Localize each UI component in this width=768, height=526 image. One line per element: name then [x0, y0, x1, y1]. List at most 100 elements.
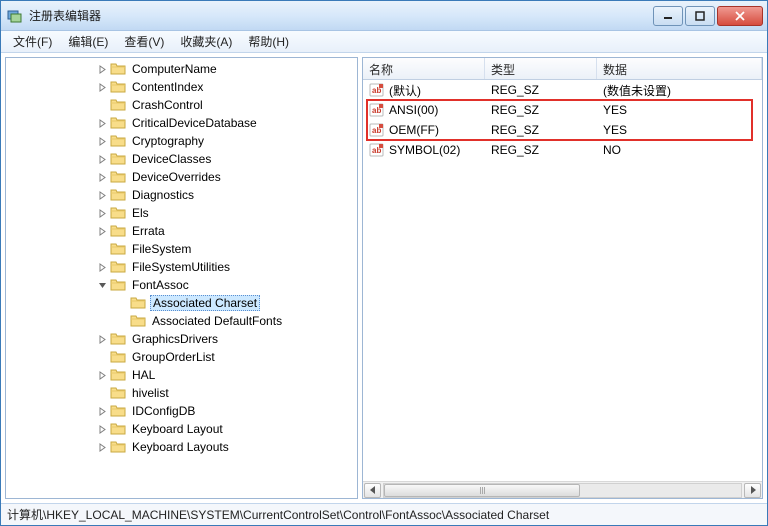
- tree-item-label: GraphicsDrivers: [130, 332, 220, 346]
- tree-item-label: Keyboard Layout: [130, 422, 225, 436]
- titlebar[interactable]: 注册表编辑器: [1, 1, 767, 31]
- folder-icon: [110, 260, 126, 274]
- tree-item-label: Els: [130, 206, 151, 220]
- folder-icon: [110, 116, 126, 130]
- tree-item-label: DeviceOverrides: [130, 170, 223, 184]
- col-header-data[interactable]: 数据: [597, 58, 762, 79]
- chevron-right-icon[interactable]: [96, 119, 108, 128]
- menu-favorites[interactable]: 收藏夹(A): [172, 31, 240, 52]
- value-type: REG_SZ: [485, 143, 597, 157]
- maximize-button[interactable]: [685, 6, 715, 26]
- tree-item[interactable]: hivelist: [6, 384, 357, 402]
- menu-file[interactable]: 文件(F): [5, 31, 60, 52]
- value-data: NO: [597, 143, 762, 157]
- tree-item[interactable]: Associated DefaultFonts: [6, 312, 357, 330]
- tree-item-label: GroupOrderList: [130, 350, 217, 364]
- tree-item-label: CriticalDeviceDatabase: [130, 116, 259, 130]
- tree-item[interactable]: IDConfigDB: [6, 402, 357, 420]
- chevron-right-icon[interactable]: [96, 209, 108, 218]
- folder-icon: [110, 404, 126, 418]
- tree-item[interactable]: Diagnostics: [6, 186, 357, 204]
- folder-icon: [110, 62, 126, 76]
- chevron-right-icon[interactable]: [96, 191, 108, 200]
- chevron-right-icon[interactable]: [96, 227, 108, 236]
- tree-item[interactable]: FileSystemUtilities: [6, 258, 357, 276]
- menu-edit[interactable]: 编辑(E): [60, 31, 116, 52]
- string-value-icon: ab: [369, 122, 385, 138]
- folder-icon: [110, 224, 126, 238]
- tree-item[interactable]: Errata: [6, 222, 357, 240]
- tree-item-label: FileSystemUtilities: [130, 260, 232, 274]
- tree-item[interactable]: Keyboard Layouts: [6, 438, 357, 456]
- chevron-right-icon[interactable]: [96, 155, 108, 164]
- horizontal-scrollbar[interactable]: [363, 481, 762, 498]
- folder-icon: [110, 422, 126, 436]
- folder-icon: [110, 368, 126, 382]
- tree-item[interactable]: FileSystem: [6, 240, 357, 258]
- tree-item[interactable]: Cryptography: [6, 132, 357, 150]
- tree-item-label: Keyboard Layouts: [130, 440, 231, 454]
- list-row[interactable]: abSYMBOL(02)REG_SZNO: [363, 140, 762, 160]
- tree-item-label: IDConfigDB: [130, 404, 197, 418]
- tree-item-label: Associated Charset: [150, 295, 260, 311]
- chevron-down-icon[interactable]: [96, 281, 108, 290]
- close-button[interactable]: [717, 6, 763, 26]
- tree-item-label: hivelist: [130, 386, 171, 400]
- list-body[interactable]: ab(默认)REG_SZ(数值未设置)abANSI(00)REG_SZYESab…: [363, 80, 762, 481]
- col-header-type[interactable]: 类型: [485, 58, 597, 79]
- list-row[interactable]: abOEM(FF)REG_SZYES: [363, 120, 762, 140]
- tree-item[interactable]: ContentIndex: [6, 78, 357, 96]
- menu-view[interactable]: 查看(V): [116, 31, 172, 52]
- folder-icon: [110, 80, 126, 94]
- scroll-track[interactable]: [383, 483, 742, 498]
- scroll-left-button[interactable]: [364, 483, 381, 498]
- scroll-thumb[interactable]: [384, 484, 580, 497]
- chevron-right-icon[interactable]: [96, 83, 108, 92]
- tree-item-label: ComputerName: [130, 62, 219, 76]
- tree-item[interactable]: GroupOrderList: [6, 348, 357, 366]
- tree-item[interactable]: Keyboard Layout: [6, 420, 357, 438]
- folder-icon: [110, 242, 126, 256]
- tree-item[interactable]: FontAssoc: [6, 276, 357, 294]
- chevron-right-icon[interactable]: [96, 407, 108, 416]
- value-type: REG_SZ: [485, 103, 597, 117]
- col-header-name[interactable]: 名称: [363, 58, 485, 79]
- tree-item-label: Associated DefaultFonts: [150, 314, 284, 328]
- value-name: ANSI(00): [389, 103, 438, 117]
- tree-item[interactable]: CriticalDeviceDatabase: [6, 114, 357, 132]
- registry-editor-window: 注册表编辑器 文件(F) 编辑(E) 查看(V) 收藏夹(A) 帮助(H) Co…: [0, 0, 768, 526]
- folder-icon: [110, 206, 126, 220]
- string-value-icon: ab: [369, 102, 385, 118]
- folder-icon: [110, 278, 126, 292]
- tree-item[interactable]: GraphicsDrivers: [6, 330, 357, 348]
- value-data: (数值未设置): [597, 82, 762, 99]
- minimize-button[interactable]: [653, 6, 683, 26]
- tree-item[interactable]: HAL: [6, 366, 357, 384]
- tree-item[interactable]: DeviceClasses: [6, 150, 357, 168]
- statusbar: 计算机\HKEY_LOCAL_MACHINE\SYSTEM\CurrentCon…: [1, 503, 767, 525]
- folder-icon: [130, 314, 146, 328]
- tree-item[interactable]: Associated Charset: [6, 294, 357, 312]
- list-row[interactable]: abANSI(00)REG_SZYES: [363, 100, 762, 120]
- chevron-right-icon[interactable]: [96, 263, 108, 272]
- chevron-right-icon[interactable]: [96, 65, 108, 74]
- tree-item[interactable]: CrashControl: [6, 96, 357, 114]
- tree-item[interactable]: DeviceOverrides: [6, 168, 357, 186]
- scroll-right-button[interactable]: [744, 483, 761, 498]
- chevron-right-icon[interactable]: [96, 425, 108, 434]
- value-name: (默认): [389, 82, 421, 99]
- chevron-right-icon[interactable]: [96, 443, 108, 452]
- tree-item[interactable]: ComputerName: [6, 60, 357, 78]
- tree-item[interactable]: Els: [6, 204, 357, 222]
- chevron-right-icon[interactable]: [96, 335, 108, 344]
- value-name: SYMBOL(02): [389, 143, 460, 157]
- menu-help[interactable]: 帮助(H): [240, 31, 297, 52]
- chevron-right-icon[interactable]: [96, 371, 108, 380]
- list-row[interactable]: ab(默认)REG_SZ(数值未设置): [363, 80, 762, 100]
- chevron-right-icon[interactable]: [96, 137, 108, 146]
- tree-pane[interactable]: ComputerName ContentIndexCrashControl Crit…: [5, 57, 358, 499]
- window-buttons: [653, 6, 763, 26]
- list-header: 名称 类型 数据: [363, 58, 762, 80]
- chevron-right-icon[interactable]: [96, 173, 108, 182]
- value-data: YES: [597, 123, 762, 137]
